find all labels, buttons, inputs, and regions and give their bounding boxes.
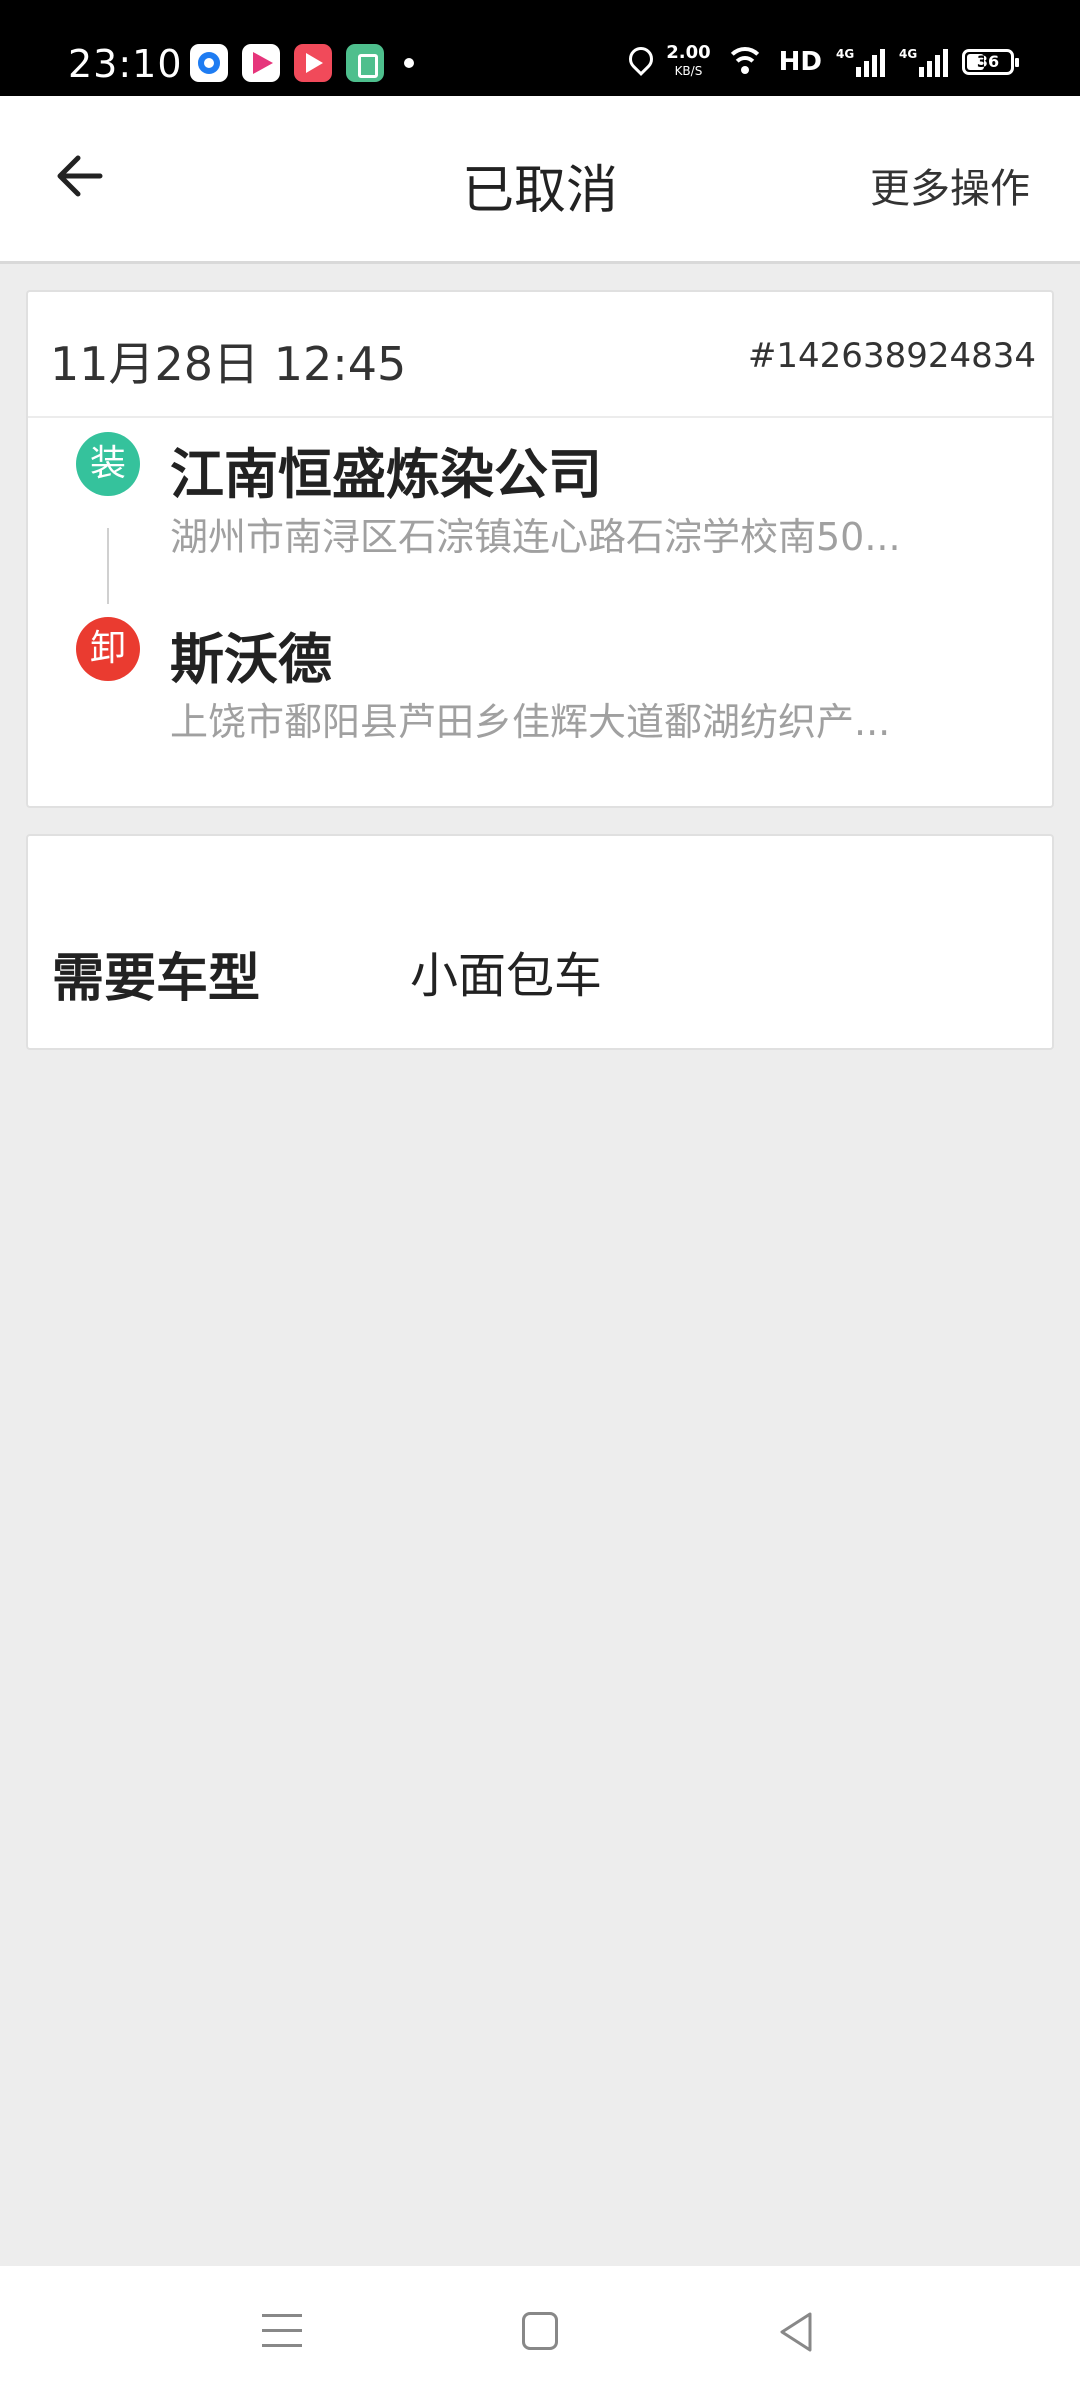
network-speed-value: 2.00	[666, 42, 711, 63]
network-speed-unit: KB/S	[674, 64, 703, 78]
app-icon-play	[242, 44, 280, 82]
hd-label: HD	[778, 47, 822, 77]
unload-stop-name: 斯沃德	[170, 628, 332, 691]
signal-2-label: 4G	[899, 47, 918, 61]
more-actions-button[interactable]: 更多操作	[870, 156, 1030, 214]
order-datetime: 11月28日 12:45	[50, 337, 407, 391]
home-icon[interactable]	[522, 2312, 558, 2350]
vehicle-type-value: 小面包车	[410, 948, 603, 1004]
notification-icons	[190, 44, 414, 82]
app-header: 已取消 更多操作	[0, 96, 1080, 264]
order-card[interactable]: 11月28日 12:45 #142638924834 装 江南恒盛炼染公司 湖州…	[26, 290, 1054, 808]
app-icon-blue	[190, 44, 228, 82]
back-triangle-icon[interactable]	[776, 2310, 816, 2354]
status-bar: 23:10 2.00 KB/S HD 4G 4G 36	[0, 0, 1080, 96]
vehicle-card: 需要车型 小面包车	[26, 834, 1054, 1050]
load-stop-name: 江南恒盛炼染公司	[170, 443, 602, 506]
menu-icon[interactable]	[262, 2314, 302, 2350]
signal-icon-1: 4G	[836, 47, 885, 77]
location-icon	[628, 47, 652, 77]
unload-badge: 卸	[76, 617, 140, 681]
order-header: 11月28日 12:45 #142638924834	[28, 292, 1052, 418]
system-nav-bar	[0, 2266, 1080, 2400]
app-icon-red-play	[294, 44, 332, 82]
signal-icon-2: 4G	[899, 47, 948, 77]
signal-1-label: 4G	[836, 47, 855, 61]
app-icon-green	[346, 44, 384, 82]
status-time: 23:10	[68, 42, 183, 86]
vehicle-type-label: 需要车型	[52, 949, 261, 1009]
unload-stop-address: 上饶市鄱阳县芦田乡佳辉大道鄱湖纺织产...	[170, 700, 891, 744]
wifi-icon	[724, 47, 765, 77]
battery-level: 36	[976, 52, 1000, 71]
load-stop-address: 湖州市南浔区石淙镇连心路石淙学校南50...	[170, 515, 901, 559]
order-number: #142638924834	[747, 336, 1036, 376]
network-speed: 2.00 KB/S	[666, 44, 710, 80]
status-indicators: 2.00 KB/S HD 4G 4G 36	[628, 44, 1019, 80]
more-notifications-dot-icon	[404, 58, 414, 68]
route-connector	[107, 528, 109, 604]
battery-icon: 36	[962, 49, 1019, 75]
load-badge: 装	[76, 432, 140, 496]
